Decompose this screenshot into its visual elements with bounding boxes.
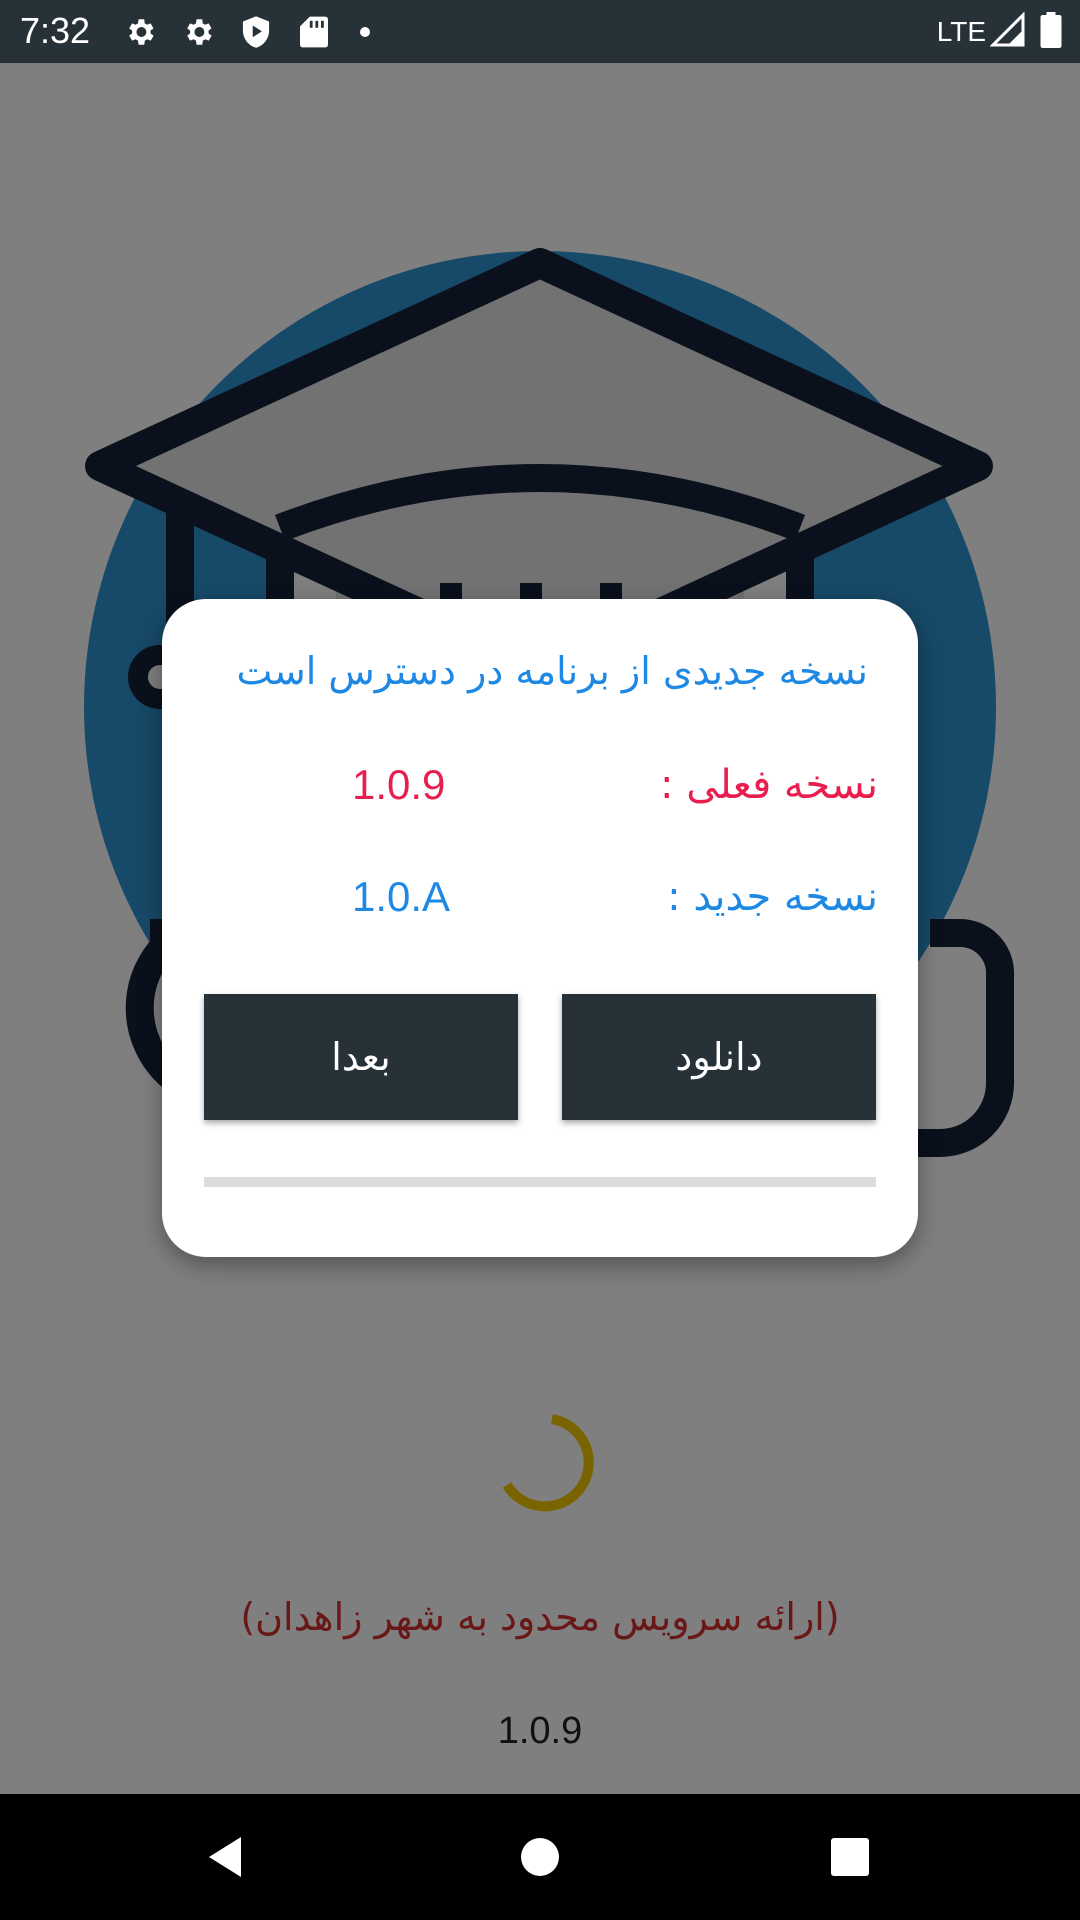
settings-icon <box>120 12 160 52</box>
signal-icon <box>989 11 1026 52</box>
play-shield-icon <box>236 12 276 52</box>
current-version-row: نسخه فعلی : 1.0.9 <box>162 755 918 815</box>
recents-icon[interactable] <box>820 1827 880 1887</box>
dialog-title: نسخه جدیدی از برنامه در دسترس است <box>236 649 868 693</box>
sd-card-icon <box>294 12 334 52</box>
battery-icon <box>1040 12 1062 52</box>
update-dialog: نسخه جدیدی از برنامه در دسترس است نسخه ف… <box>162 599 918 1257</box>
status-time: 7:32 <box>20 10 91 51</box>
current-version-value: 1.0.9 <box>352 761 446 808</box>
network-type: LTE <box>936 16 986 47</box>
navigation-bar <box>0 1794 1080 1920</box>
home-icon[interactable] <box>510 1827 570 1887</box>
new-version-label: نسخه جدید : <box>667 874 878 920</box>
settings-icon <box>178 12 218 52</box>
new-version-value: 1.0.A <box>352 873 451 920</box>
back-icon[interactable] <box>195 1827 255 1887</box>
new-version-row: نسخه جدید : 1.0.A <box>162 867 918 927</box>
later-button[interactable]: بعدا <box>204 994 518 1120</box>
status-bar: 7:32 LTE <box>0 0 1080 63</box>
download-progress-bar <box>204 1177 876 1187</box>
current-version-label: نسخه فعلی : <box>660 762 878 808</box>
notification-dot <box>360 27 370 37</box>
notification-icons <box>120 12 370 52</box>
system-icons: LTE <box>936 11 1062 52</box>
download-button[interactable]: دانلود <box>562 994 876 1120</box>
